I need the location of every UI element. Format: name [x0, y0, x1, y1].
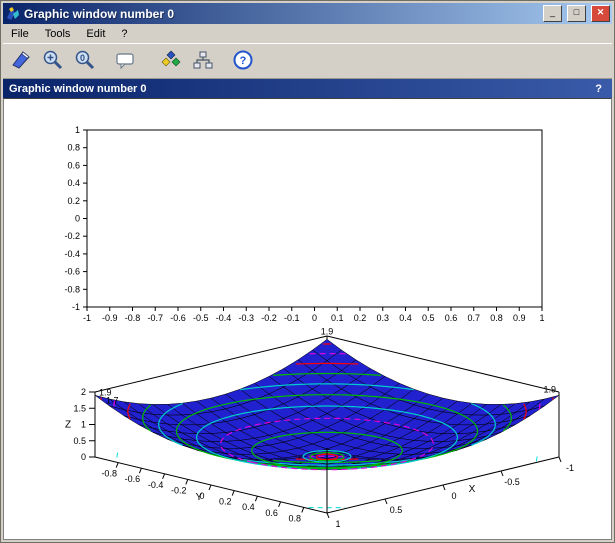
svg-text:0.6: 0.6 [445, 313, 458, 323]
svg-text:-0.5: -0.5 [193, 313, 209, 323]
svg-text:-0.2: -0.2 [261, 313, 277, 323]
svg-text:1.9: 1.9 [321, 326, 334, 336]
svg-text:-0.2: -0.2 [64, 231, 80, 241]
export-icon [10, 49, 32, 74]
svg-text:0.8: 0.8 [289, 513, 302, 523]
svg-text:0.9: 0.9 [513, 313, 526, 323]
unzoom-button[interactable]: 0 [71, 47, 99, 75]
svg-text:0.8: 0.8 [490, 313, 503, 323]
svg-text:1.9: 1.9 [543, 384, 556, 394]
svg-text:0.5: 0.5 [390, 505, 403, 515]
svg-text:0: 0 [312, 313, 317, 323]
svg-text:0.5: 0.5 [73, 436, 86, 446]
close-button[interactable]: ✕ [591, 5, 610, 22]
surface-3d: 0 0.5 1 1.5 2 -0.8 -0.6 -0.4 -0.2 0 0.2 0.4 0.6 0.8 1 0… [65, 326, 574, 529]
svg-text:-0.3: -0.3 [238, 313, 254, 323]
menu-edit[interactable]: Edit [78, 26, 113, 42]
svg-text:1: 1 [75, 125, 80, 135]
figure-title: Graphic window number 0 [9, 83, 147, 95]
svg-text:-0.8: -0.8 [125, 313, 141, 323]
zoom-in-icon [42, 49, 64, 74]
graphic-window: Graphic window number 0 _ □ ✕ File Tools… [0, 0, 615, 543]
axes-2d: -1 -0.9 -0.8 -0.7 -0.6 -0.5 -0.4 -0.3 -0.2 -0.1 0 0… [64, 125, 544, 323]
help-icon: ? [232, 49, 254, 74]
svg-text:-0.8: -0.8 [101, 469, 117, 479]
svg-text:0.7: 0.7 [467, 313, 480, 323]
menu-help[interactable]: ? [113, 26, 135, 42]
svg-text:0.2: 0.2 [354, 313, 367, 323]
svg-text:2: 2 [81, 387, 86, 397]
app-icon [5, 6, 21, 22]
svg-text:-1: -1 [72, 302, 80, 312]
svg-text:0: 0 [81, 452, 86, 462]
menu-bar: File Tools Edit ? [3, 24, 612, 43]
svg-text:0.4: 0.4 [399, 313, 412, 323]
svg-text:?: ? [240, 55, 247, 67]
svg-text:-1: -1 [566, 463, 574, 473]
annotation-icon [114, 49, 136, 74]
svg-text:1: 1 [539, 313, 544, 323]
svg-text:1: 1 [81, 420, 86, 430]
svg-text:-0.2: -0.2 [171, 485, 187, 495]
plots-svg: -1-0.9-0.8-0.7-0.6-0.5-0.4-0.3-0.2-0.100… [4, 99, 611, 540]
svg-text:-0.1: -0.1 [284, 313, 300, 323]
graph-editor-icon [192, 49, 214, 74]
svg-text:-0.6: -0.6 [64, 267, 80, 277]
svg-text:1: 1 [335, 519, 340, 529]
svg-text:X: X [469, 484, 476, 495]
svg-text:0.4: 0.4 [67, 178, 80, 188]
svg-text:0: 0 [451, 491, 456, 501]
zoom-in-button[interactable] [39, 47, 67, 75]
svg-text:0.2: 0.2 [219, 497, 232, 507]
unzoom-icon: 0 [74, 49, 96, 74]
svg-text:0.8: 0.8 [67, 143, 80, 153]
svg-text:-0.9: -0.9 [102, 313, 118, 323]
svg-text:-0.6: -0.6 [170, 313, 186, 323]
figure-help-button[interactable]: ? [591, 83, 606, 95]
svg-text:1.5: 1.5 [73, 403, 86, 413]
svg-text:1.7: 1.7 [106, 395, 119, 405]
svg-text:0.3: 0.3 [376, 313, 389, 323]
svg-text:0.1: 0.1 [331, 313, 344, 323]
svg-text:-0.4: -0.4 [216, 313, 232, 323]
svg-text:-0.4: -0.4 [148, 480, 164, 490]
export-button[interactable] [7, 47, 35, 75]
help-button[interactable]: ? [229, 47, 257, 75]
rotate-3d-button[interactable] [157, 47, 185, 75]
svg-text:Z: Z [65, 420, 71, 431]
annotate-button[interactable] [111, 47, 139, 75]
svg-text:-0.6: -0.6 [125, 474, 141, 484]
menu-tools[interactable]: Tools [37, 26, 79, 42]
window-title: Graphic window number 0 [24, 7, 538, 21]
toolbar: 0 [3, 43, 612, 79]
svg-text:0.6: 0.6 [265, 508, 278, 518]
svg-text:-1: -1 [83, 313, 91, 323]
canvas-area: -1-0.9-0.8-0.7-0.6-0.5-0.4-0.3-0.2-0.100… [3, 98, 612, 540]
svg-text:0: 0 [80, 53, 85, 63]
menu-file[interactable]: File [3, 26, 37, 42]
svg-text:-0.4: -0.4 [64, 249, 80, 259]
svg-text:0.2: 0.2 [67, 196, 80, 206]
svg-text:0.6: 0.6 [67, 160, 80, 170]
svg-text:0.5: 0.5 [422, 313, 435, 323]
svg-text:-0.5: -0.5 [504, 477, 520, 487]
rotate-3d-icon [160, 49, 182, 74]
maximize-button[interactable]: □ [567, 5, 586, 22]
svg-text:-0.7: -0.7 [147, 313, 163, 323]
graph-editor-button[interactable] [189, 47, 217, 75]
svg-text:-0.8: -0.8 [64, 284, 80, 294]
svg-text:0.4: 0.4 [242, 502, 255, 512]
minimize-button[interactable]: _ [543, 5, 562, 22]
title-bar[interactable]: Graphic window number 0 _ □ ✕ [3, 3, 612, 24]
svg-text:0: 0 [75, 214, 80, 224]
figure-header: Graphic window number 0 ? [3, 79, 612, 98]
svg-text:Y: Y [196, 492, 203, 503]
